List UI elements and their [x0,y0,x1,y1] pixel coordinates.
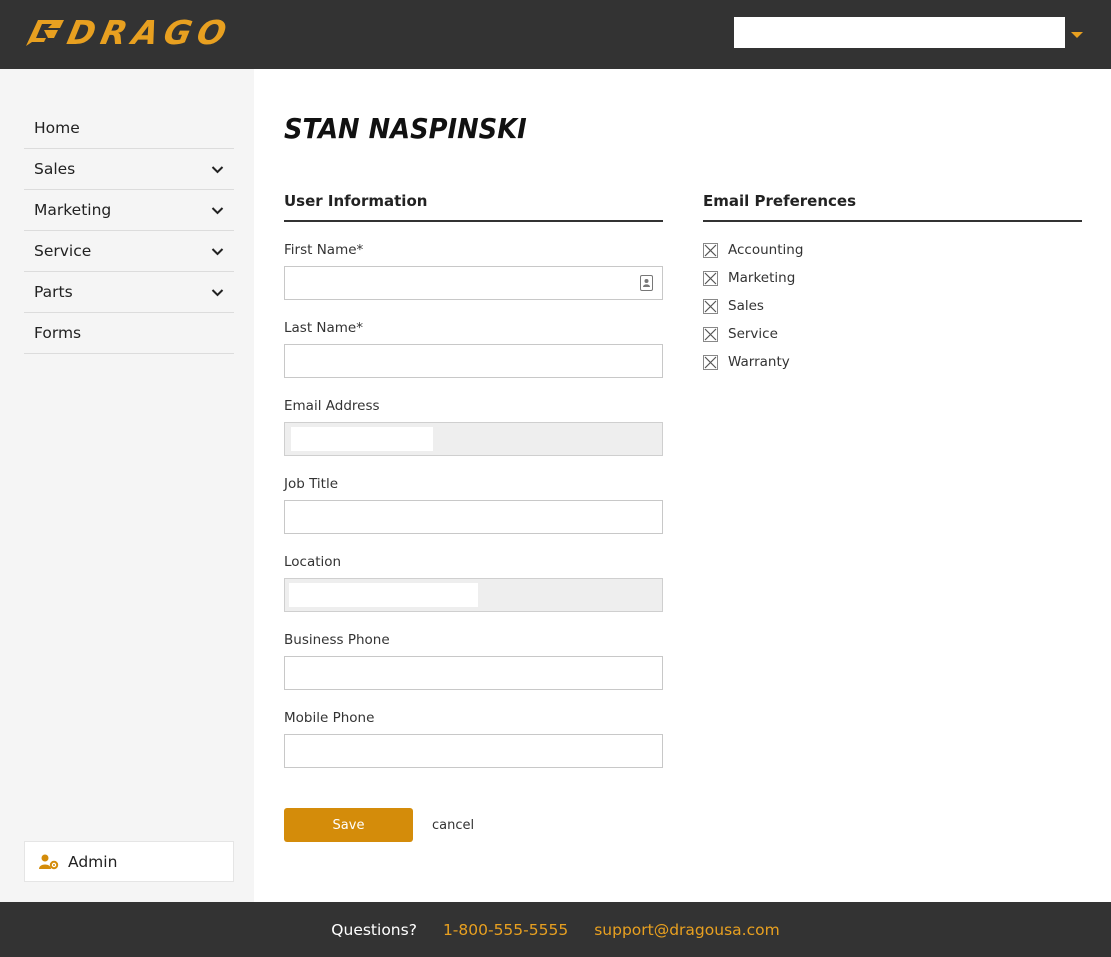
sidebar-item-label: Home [34,119,80,137]
drago-logo[interactable]: DRAGO [24,13,236,52]
pref-label: Marketing [728,270,796,286]
dealer-select[interactable] [734,17,1065,48]
sidebar-item-service[interactable]: Service [24,231,234,272]
pref-label: Service [728,326,778,342]
pref-marketing-checkbox[interactable]: Marketing [703,270,795,286]
location-label: Location [284,554,342,570]
checkbox-checked-icon[interactable] [703,298,718,314]
sidebar-item-label: Sales [34,160,76,178]
business-phone-field[interactable] [284,656,663,690]
footer-phone-link[interactable]: 1-800-555-5555 [443,921,568,939]
job-title-field[interactable] [284,500,663,534]
chevron-down-icon[interactable] [211,163,224,176]
admin-label: Admin [68,852,118,871]
save-button[interactable]: Save [284,808,413,842]
contact-card-icon[interactable] [640,275,653,291]
checkbox-checked-icon[interactable] [703,354,718,370]
sidebar-item-label: Service [34,242,92,260]
last-name-field[interactable] [284,344,663,378]
first-name-field[interactable] [284,266,663,300]
sidebar-item-parts[interactable]: Parts [24,272,234,313]
sidebar-item-marketing[interactable]: Marketing [24,190,234,231]
pref-accounting-checkbox[interactable]: Accounting [703,242,803,258]
sidebar-item-forms[interactable]: Forms [24,313,234,354]
pref-service-checkbox[interactable]: Service [703,326,778,342]
email-address-label: Email Address [284,398,380,414]
first-name-label: First Name* [284,242,364,258]
mobile-phone-field[interactable] [284,734,663,768]
business-phone-label: Business Phone [284,632,390,648]
pref-label: Accounting [728,242,804,258]
sidebar-item-label: Parts [34,283,73,301]
sidebar-item-sales[interactable]: Sales [24,149,234,190]
logo-text: DRAGO [63,13,236,52]
email-address-field [284,422,663,456]
footer: Questions? 1-800-555-5555 support@dragou… [0,902,1111,957]
pref-warranty-checkbox[interactable]: Warranty [703,354,790,370]
chevron-down-icon[interactable] [211,204,224,217]
sidebar-item-label: Forms [34,324,82,342]
admin-button[interactable]: Admin [24,841,234,882]
sidebar-nav: Home Sales Marketing Service Parts Forms [24,108,234,354]
caret-down-icon[interactable] [1071,32,1083,38]
checkbox-checked-icon[interactable] [703,242,718,258]
pref-label: Sales [728,298,764,314]
last-name-label: Last Name* [284,320,363,336]
footer-questions-text: Questions? [331,920,417,939]
page-title: STAN NASPINSKI [284,112,527,145]
email-preferences-heading: Email Preferences [703,192,1082,222]
top-header: DRAGO [0,0,1111,69]
checkbox-checked-icon[interactable] [703,270,718,286]
chevron-down-icon[interactable] [211,245,224,258]
job-title-label: Job Title [284,476,339,492]
pref-label: Warranty [728,354,790,370]
location-field [284,578,663,612]
checkbox-checked-icon[interactable] [703,326,718,342]
mobile-phone-label: Mobile Phone [284,710,375,726]
footer-email-link[interactable]: support@dragousa.com [594,921,779,939]
user-gear-icon [39,854,59,869]
redacted-value [291,427,433,451]
dragon-logo-icon [26,20,64,46]
user-information-heading: User Information [284,192,663,222]
sidebar-item-home[interactable]: Home [24,108,234,149]
pref-sales-checkbox[interactable]: Sales [703,298,764,314]
sidebar: Home Sales Marketing Service Parts Forms [0,69,254,902]
sidebar-item-label: Marketing [34,201,112,219]
redacted-value [289,583,478,607]
cancel-link[interactable]: cancel [432,818,474,833]
chevron-down-icon[interactable] [211,286,224,299]
